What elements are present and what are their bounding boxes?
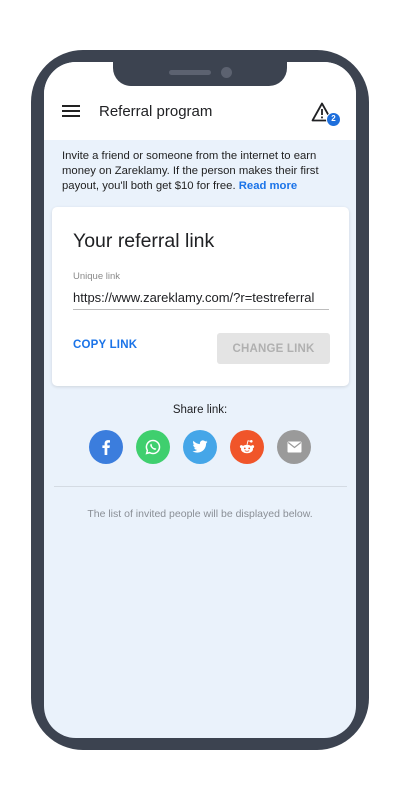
unique-link-label: Unique link	[73, 271, 120, 282]
referral-intro: Invite a friend or someone from the inte…	[62, 149, 342, 194]
read-more-link[interactable]: Read more	[239, 180, 297, 192]
page-title: Referral program	[99, 103, 213, 120]
reddit-icon	[239, 440, 255, 454]
hamburger-menu-icon[interactable]	[62, 105, 80, 119]
share-buttons	[89, 430, 314, 464]
referral-link-field[interactable]	[73, 286, 329, 310]
share-whatsapp-button[interactable]	[136, 430, 170, 464]
share-twitter-button[interactable]	[183, 430, 217, 464]
share-email-button[interactable]	[277, 430, 311, 464]
facebook-icon	[102, 440, 110, 455]
phone-screen: Referral program 2 Invite a friend or so…	[44, 62, 356, 738]
phone-notch	[113, 58, 287, 86]
twitter-icon	[192, 440, 208, 453]
share-label: Share link:	[172, 404, 228, 416]
phone-speaker	[169, 70, 211, 75]
whatsapp-icon	[145, 439, 161, 455]
email-icon	[287, 441, 301, 453]
phone-camera	[221, 67, 232, 78]
notification-count-badge: 2	[326, 112, 341, 127]
share-facebook-button[interactable]	[89, 430, 123, 464]
section-divider	[54, 486, 347, 487]
change-link-button: CHANGE LINK	[217, 333, 330, 364]
share-reddit-button[interactable]	[230, 430, 264, 464]
copy-link-button[interactable]: COPY LINK	[73, 339, 137, 351]
invited-list-empty-message: The list of invited people will be displ…	[87, 508, 313, 520]
notifications-button[interactable]: 2	[309, 100, 343, 128]
referral-link-card: Your referral link Unique link COPY LINK…	[52, 207, 349, 386]
card-title: Your referral link	[73, 230, 215, 252]
